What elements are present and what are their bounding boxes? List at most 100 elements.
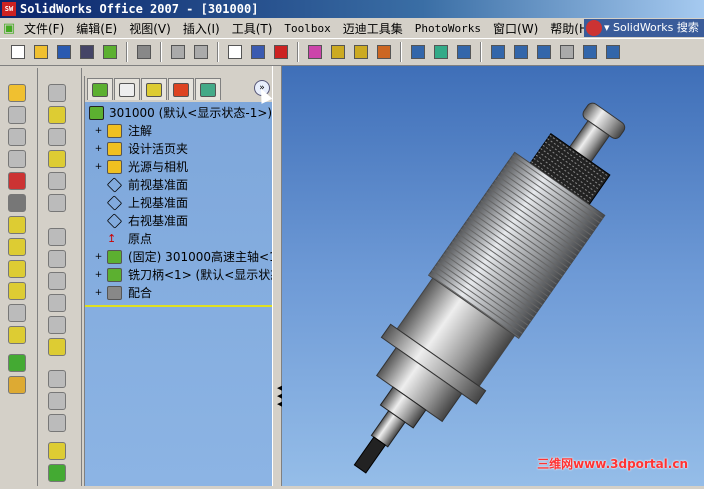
change-transparency-icon[interactable] <box>8 128 26 146</box>
tree-display-icon[interactable] <box>431 42 451 62</box>
solidworks-search[interactable]: ▾ SolidWorks 搜索 <box>584 19 704 37</box>
explode-line-icon[interactable] <box>8 304 26 322</box>
watermark: 三维网www.3dportal.cn <box>537 457 688 471</box>
tree-item[interactable]: + (固定) 301000高速主轴<1> <box>85 248 273 266</box>
menu-toolbox[interactable]: Toolbox <box>278 22 336 35</box>
expand-toggle[interactable]: + <box>94 127 103 136</box>
assembly-icon[interactable] <box>100 42 120 62</box>
pan-icon[interactable] <box>603 42 623 62</box>
menu-edit[interactable]: 编辑(E) <box>70 20 123 37</box>
tree-root[interactable]: 301000 (默认<显示状态-1>) <box>85 104 273 122</box>
mirror-icon[interactable] <box>48 414 66 432</box>
print-icon[interactable] <box>134 42 154 62</box>
draft-icon[interactable] <box>48 316 66 334</box>
revolve-cut-icon[interactable] <box>48 172 66 190</box>
title-bar: SW SolidWorks Office 2007 - [301000] <box>0 0 704 18</box>
select-icon[interactable] <box>225 42 245 62</box>
exploded-view-icon[interactable] <box>8 282 26 300</box>
tree-item[interactable]: + 配合 <box>85 284 273 302</box>
mate-icon[interactable] <box>8 172 26 190</box>
display-manager-tab[interactable] <box>195 78 221 100</box>
tree-item[interactable]: + 设计活页夹 <box>85 140 273 158</box>
insert-component-icon[interactable] <box>8 84 26 102</box>
linear-pattern-icon[interactable] <box>48 370 66 388</box>
zoom-selection-icon[interactable] <box>534 42 554 62</box>
assembly-features-icon[interactable] <box>8 354 26 372</box>
dimxpert-icon <box>173 82 189 97</box>
toolbar-separator <box>160 42 162 62</box>
propertymanager-tab[interactable] <box>114 78 140 100</box>
fillet-icon[interactable] <box>48 228 66 246</box>
tree-item-label: 光源与相机 <box>128 160 189 174</box>
expand-toggle[interactable]: + <box>94 163 103 172</box>
redo-icon[interactable] <box>191 42 211 62</box>
panel-splitter[interactable]: ◀ ◀ ◀ <box>272 66 282 486</box>
swept-boss-icon[interactable] <box>48 150 66 168</box>
equation-icon[interactable] <box>328 42 348 62</box>
menu-file[interactable]: 文件(F) <box>18 20 70 37</box>
smart-fasteners-icon[interactable] <box>8 194 26 212</box>
menu-insert[interactable]: 插入(I) <box>177 20 226 37</box>
expand-toggle[interactable]: + <box>94 253 103 262</box>
rib-icon[interactable] <box>48 272 66 290</box>
split-view-icon[interactable] <box>454 42 474 62</box>
loft-icon[interactable] <box>48 194 66 212</box>
appearance-icon[interactable] <box>305 42 325 62</box>
tree-item[interactable]: + 铣刀柄<1> (默认<显示状态 <box>85 266 273 284</box>
undo-icon[interactable] <box>168 42 188 62</box>
menu-photoworks[interactable]: PhotoWorks <box>409 22 487 35</box>
traffic-light-icon[interactable] <box>271 42 291 62</box>
rotate-component-icon[interactable] <box>8 238 26 256</box>
expand-toggle[interactable]: + <box>94 289 103 298</box>
expand-toggle[interactable]: + <box>94 271 103 280</box>
circular-pattern-icon[interactable] <box>48 392 66 410</box>
hide-show-icon[interactable] <box>8 106 26 124</box>
interference-detection-icon[interactable] <box>8 326 26 344</box>
menu-maidi-tools[interactable]: 迈迪工具集 <box>337 20 409 37</box>
zoom-out-icon[interactable] <box>557 42 577 62</box>
tree-item[interactable]: 上视基准面 <box>85 194 273 212</box>
menu-tools[interactable]: 工具(T) <box>226 20 279 37</box>
open-icon[interactable] <box>31 42 51 62</box>
expand-toggle[interactable]: + <box>94 145 103 154</box>
selection-filter-icon[interactable] <box>248 42 268 62</box>
measure-icon[interactable] <box>351 42 371 62</box>
toolbox-icon[interactable] <box>8 260 26 278</box>
spindle-model <box>353 102 626 474</box>
curves-icon[interactable] <box>48 464 66 482</box>
view-pane-icon[interactable] <box>408 42 428 62</box>
tree-item[interactable]: + 注解 <box>85 122 273 140</box>
hole-wizard-icon[interactable] <box>48 338 66 356</box>
move-component-icon[interactable] <box>8 216 26 234</box>
tree-item[interactable]: + 光源与相机 <box>85 158 273 176</box>
edit-component-icon[interactable] <box>8 150 26 168</box>
shell-icon[interactable] <box>48 294 66 312</box>
menu-window[interactable]: 窗口(W) <box>487 20 544 37</box>
simulation-icon[interactable] <box>8 376 26 394</box>
rotate-icon[interactable] <box>580 42 600 62</box>
rollback-bar[interactable] <box>85 305 273 307</box>
feature-tree: 301000 (默认<显示状态-1>) + 注解 + 设计活页夹 + 光源与相机 前视基准面… <box>85 104 273 302</box>
zoom-area-icon[interactable] <box>511 42 531 62</box>
dimxpert-tab[interactable] <box>168 78 194 100</box>
configurationmanager-tab[interactable] <box>141 78 167 100</box>
revolved-boss-icon[interactable] <box>48 128 66 146</box>
properties-icon[interactable] <box>77 42 97 62</box>
save-icon[interactable] <box>54 42 74 62</box>
zoom-to-fit-icon[interactable] <box>488 42 508 62</box>
extruded-boss-icon[interactable] <box>48 106 66 124</box>
tree-item[interactable]: 前视基准面 <box>85 176 273 194</box>
menu-view[interactable]: 视图(V) <box>123 20 177 37</box>
tree-item[interactable]: 右视基准面 <box>85 212 273 230</box>
mass-properties-icon[interactable] <box>374 42 394 62</box>
new-document-icon[interactable] <box>8 42 28 62</box>
subassembly-icon <box>107 268 122 282</box>
tree-item[interactable]: ↥ 原点 <box>85 230 273 248</box>
graphics-viewport[interactable]: 三维网www.3dportal.cn <box>282 66 704 486</box>
toolbar-separator <box>480 42 482 62</box>
sketch-icon[interactable] <box>48 84 66 102</box>
tree-item-label: 注解 <box>128 124 153 138</box>
reference-geometry-icon[interactable] <box>48 442 66 460</box>
featuremanager-tab[interactable] <box>87 78 113 100</box>
chamfer-icon[interactable] <box>48 250 66 268</box>
